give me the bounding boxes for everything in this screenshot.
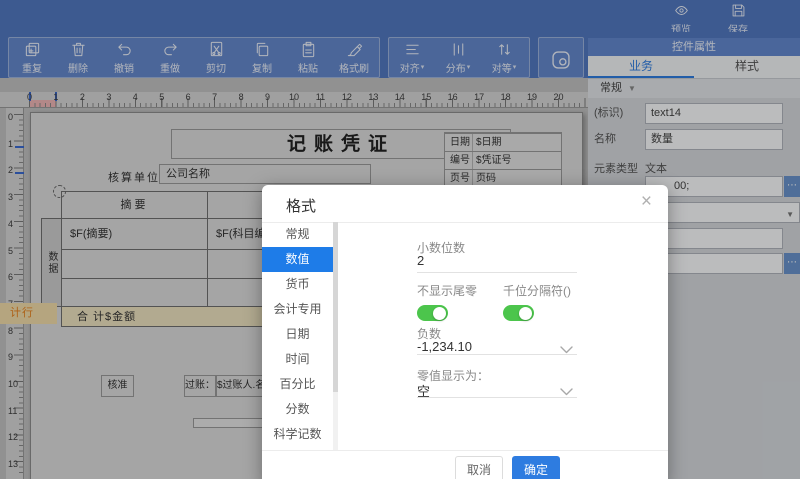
format-category[interactable]: 科学记数 (262, 422, 333, 447)
toggle-group: 不显示尾零 千位分隔符() (417, 282, 571, 321)
format-category[interactable]: 会计专用 (262, 297, 333, 322)
dialog-title: 格式 (286, 198, 317, 215)
format-category[interactable]: 日期 (262, 322, 333, 347)
toggle-switch[interactable] (503, 305, 535, 321)
close-icon[interactable]: × (641, 191, 652, 213)
app-window: 预览 保存 重复 删除 撤销 重做 剪切 复制 粘贴 格式刷 对齐 ▾ 分布 ▾… (0, 0, 800, 479)
toggle-block: 不显示尾零 (417, 282, 477, 321)
format-category-list: 常规 数值 货币 会计专用 日期 时间 百分比 分数 科学记数 (262, 222, 333, 447)
format-category[interactable]: 常规 (262, 222, 333, 247)
format-category[interactable]: 货币 (262, 272, 333, 297)
format-category[interactable]: 分数 (262, 397, 333, 422)
decimal-places-input[interactable]: 2 (417, 253, 424, 268)
negative-format-select[interactable]: -1,234.10 (417, 339, 472, 354)
chevron-down-icon[interactable] (560, 385, 573, 396)
chevron-down-icon[interactable] (560, 343, 573, 354)
format-category[interactable]: 百分比 (262, 372, 333, 397)
cancel-button[interactable]: 取消 (455, 456, 503, 479)
dialog-scrollbar[interactable] (333, 222, 338, 450)
format-category[interactable]: 时间 (262, 347, 333, 372)
toggle-block: 千位分隔符() (503, 282, 571, 321)
confirm-button[interactable]: 确定 (512, 456, 560, 479)
format-category[interactable]: 数值 (262, 247, 333, 272)
toggle-switch[interactable] (417, 305, 448, 321)
format-dialog: 格式 × 常规 数值 货币 会计专用 日期 时间 百分比 分数 科学记数 小数位… (262, 185, 668, 479)
